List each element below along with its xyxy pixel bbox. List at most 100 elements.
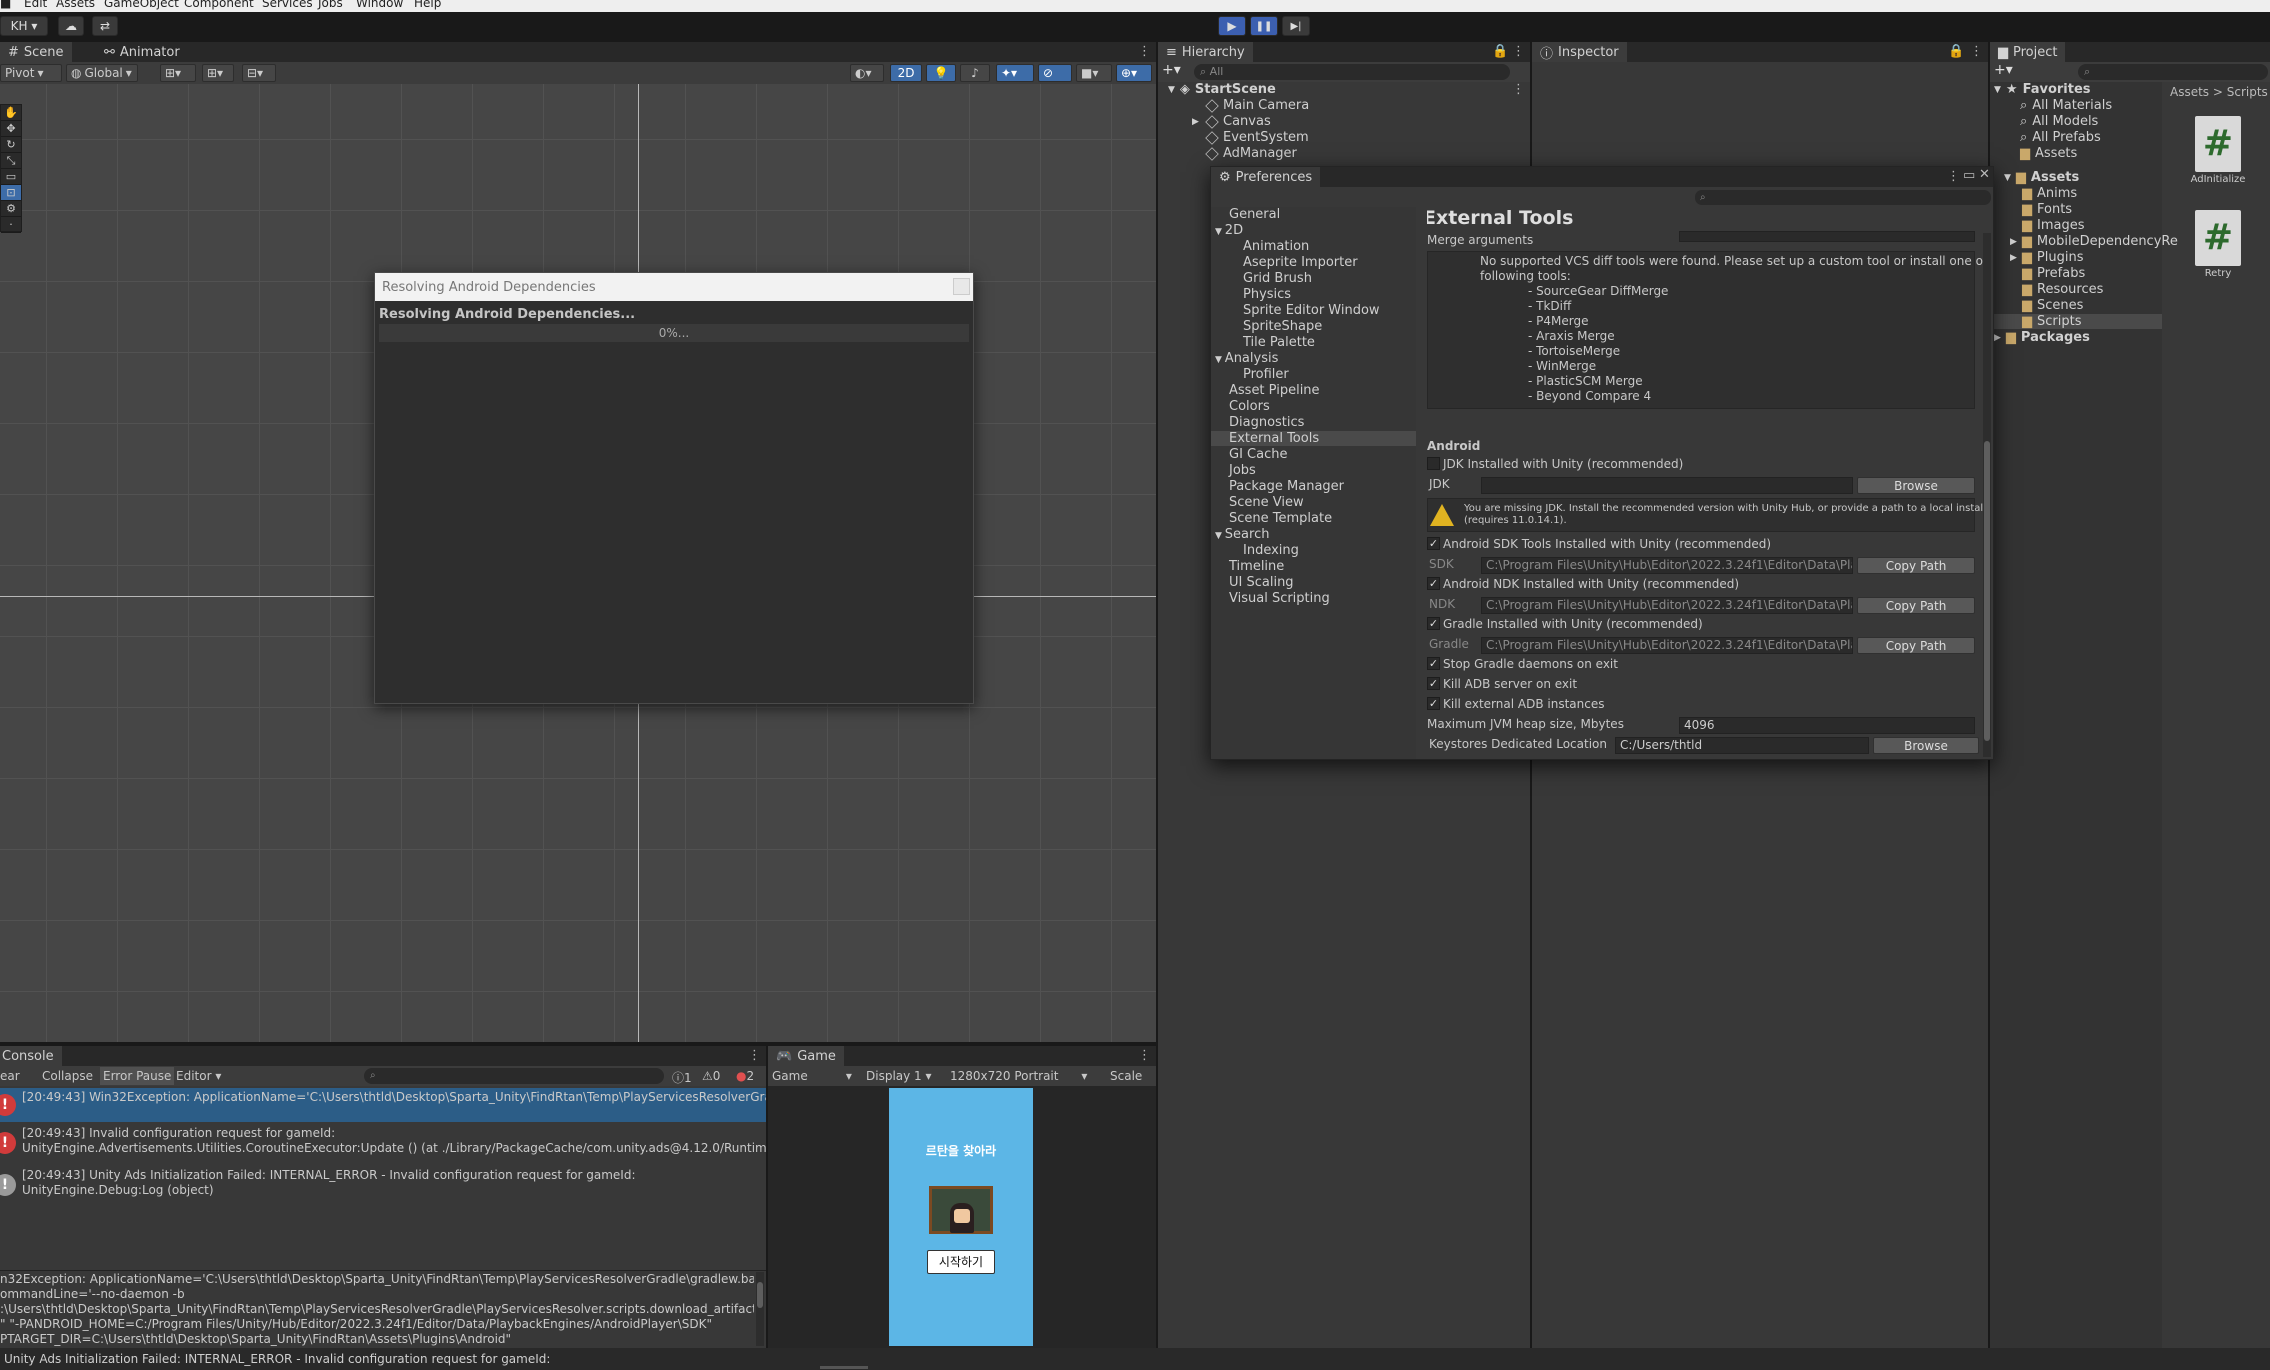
preferences-menu-icon[interactable]: ⋮ — [1947, 169, 1960, 184]
visibility-icon[interactable]: ⊘ — [1038, 64, 1072, 82]
tab-preferences[interactable]: ⚙ Preferences — [1211, 167, 1321, 187]
tab-project[interactable]: ▆ Project — [1990, 42, 2066, 62]
console-row[interactable]: ! [20:49:43] Invalid configuration reque… — [0, 1124, 766, 1162]
favorite-item[interactable]: ⌕ All Models — [2020, 114, 2098, 129]
menu-edit[interactable]: Edit — [24, 0, 47, 10]
menu-window[interactable]: Window — [356, 0, 403, 10]
hierarchy-search-input[interactable]: ⌕ All — [1194, 64, 1510, 80]
preferences-nav-item[interactable]: Tile Palette — [1211, 335, 1416, 350]
preferences-nav-item[interactable]: Package Manager — [1211, 479, 1416, 494]
account-dropdown[interactable]: KH ▾ — [0, 16, 48, 36]
preferences-nav-item[interactable]: UI Scaling — [1211, 575, 1416, 590]
error-pause-toggle[interactable]: Error Pause — [100, 1067, 175, 1085]
transform-tool-icon[interactable]: ⊡ — [1, 185, 21, 201]
asset-folder[interactable]: ▶ ▆ MobileDependencyRe — [2010, 234, 2178, 249]
rotate-tool-icon[interactable]: ↻ — [1, 137, 21, 153]
ndk-path-field[interactable]: C:\Program Files\Unity\Hub\Editor\2022.3… — [1481, 597, 1853, 614]
pivot-dropdown[interactable]: Pivot ▾ — [0, 64, 62, 82]
script-asset[interactable]: # Retry — [2190, 210, 2246, 286]
lock-icon[interactable]: 🔒 — [1948, 44, 1964, 59]
keystores-field[interactable]: C:/Users/thtld — [1615, 737, 1869, 754]
collapse-toggle[interactable]: Collapse — [42, 1069, 93, 1083]
start-button[interactable]: 시작하기 — [927, 1250, 995, 1274]
scale-tool-icon[interactable]: ⤡ — [1, 153, 21, 169]
hierarchy-item-canvas[interactable]: ▶ Canvas — [1192, 114, 1271, 129]
close-icon[interactable]: ✕ — [1979, 167, 1990, 182]
preferences-nav-item[interactable]: Aseprite Importer — [1211, 255, 1416, 270]
tab-scene[interactable]: # Scene — [0, 42, 72, 62]
move-tool-icon[interactable]: ✥ — [1, 121, 21, 137]
favorite-item[interactable]: ⌕ All Materials — [2020, 98, 2112, 113]
preferences-nav-item[interactable]: Asset Pipeline — [1211, 383, 1416, 398]
asset-folder[interactable]: ▆ Scenes — [2022, 298, 2083, 313]
ndk-checkbox[interactable]: ✓ — [1427, 577, 1440, 590]
favorites-node[interactable]: ▼ ★ Favorites — [1994, 82, 2091, 97]
error-count-toggle[interactable]: ●2 — [736, 1069, 754, 1083]
favorite-item[interactable]: ⌕ All Prefabs — [2020, 130, 2101, 145]
preferences-scroll-thumb[interactable] — [1984, 441, 1990, 741]
tab-animator[interactable]: ⚯ Animator — [96, 42, 188, 62]
tab-inspector[interactable]: ⓘ Inspector — [1532, 42, 1627, 62]
camera-icon[interactable]: ■▾ — [1076, 64, 1112, 82]
maximize-icon[interactable]: ▭ — [1963, 168, 1975, 183]
cloud-icon[interactable]: ☁ — [58, 16, 84, 36]
preferences-nav-item[interactable]: ▼ Analysis — [1211, 351, 1416, 366]
console-scroll-thumb[interactable] — [757, 1282, 763, 1308]
warning-count-toggle[interactable]: ⚠0 — [702, 1069, 720, 1083]
sdk-path-field[interactable]: C:\Program Files\Unity\Hub\Editor\2022.3… — [1481, 557, 1853, 574]
preferences-nav-item[interactable]: Scene View — [1211, 495, 1416, 510]
preferences-nav-item[interactable]: Physics — [1211, 287, 1416, 302]
kill-external-adb-checkbox[interactable]: ✓ — [1427, 697, 1440, 710]
preferences-scrollbar[interactable] — [1983, 233, 1991, 757]
preferences-nav-item[interactable]: SpriteShape — [1211, 319, 1416, 334]
assets-node[interactable]: ▼ ▆ Assets — [2004, 170, 2079, 185]
info-count-toggle[interactable]: ⓘ1 — [672, 1069, 692, 1086]
stop-gradle-checkbox[interactable]: ✓ — [1427, 657, 1440, 670]
custom-tool-icon[interactable]: ⚙ — [1, 201, 21, 217]
preferences-nav-item[interactable]: ▼ 2D — [1211, 223, 1416, 238]
scene-menu-icon[interactable]: ⋮ — [1138, 44, 1151, 59]
increment-snap-icon[interactable]: ⊟▾ — [242, 64, 276, 82]
preferences-nav-item[interactable]: Visual Scripting — [1211, 591, 1416, 606]
asset-folder-selected[interactable]: ▆ Scripts — [1990, 314, 2162, 329]
console-search-input[interactable]: ⌕ — [364, 1068, 664, 1084]
scene-root[interactable]: ▼ ◈ StartScene — [1168, 82, 1276, 97]
preferences-nav-item[interactable]: Timeline — [1211, 559, 1416, 574]
pause-button[interactable]: ❚❚ — [1250, 16, 1278, 36]
inspector-menu-icon[interactable]: ⋮ — [1970, 44, 1983, 59]
gizmos-icon[interactable]: ⊕▾ — [1116, 64, 1152, 82]
asset-folder[interactable]: ▆ Anims — [2022, 186, 2077, 201]
keystores-browse-button[interactable]: Browse — [1873, 737, 1979, 754]
jdk-checkbox[interactable] — [1427, 457, 1440, 470]
gradle-path-field[interactable]: C:\Program Files\Unity\Hub\Editor\2022.3… — [1481, 637, 1853, 654]
menu-gameobject[interactable]: GameObject — [104, 0, 179, 10]
gradle-copy-path-button[interactable]: Copy Path — [1857, 637, 1975, 654]
menu-help[interactable]: Help — [414, 0, 441, 10]
ndk-copy-path-button[interactable]: Copy Path — [1857, 597, 1975, 614]
diff-tool-field[interactable] — [1679, 231, 1975, 242]
preferences-nav-item[interactable]: Diagnostics — [1211, 415, 1416, 430]
audio-icon[interactable]: ♪ — [960, 64, 990, 82]
hand-tool-icon[interactable]: ✋ — [1, 105, 21, 121]
console-row[interactable]: ! [20:49:43] Unity Ads Initialization Fa… — [0, 1166, 766, 1204]
preferences-nav-item[interactable]: Colors — [1211, 399, 1416, 414]
gradle-checkbox[interactable]: ✓ — [1427, 617, 1440, 630]
preferences-nav-item[interactable]: General — [1211, 207, 1416, 222]
preferences-search-input[interactable]: ⌕ — [1695, 190, 1991, 205]
play-button[interactable]: ▶ — [1218, 16, 1246, 36]
2d-toggle[interactable]: 2D — [890, 64, 922, 82]
asset-folder[interactable]: ▆ Prefabs — [2022, 266, 2085, 281]
grid-icon[interactable]: ⊞▾ — [202, 64, 234, 82]
global-dropdown[interactable]: ◍ Global ▾ — [66, 64, 138, 82]
preferences-nav-item[interactable]: Indexing — [1211, 543, 1416, 558]
scene-menu-icon[interactable]: ⋮ — [1512, 82, 1525, 97]
menu-file[interactable]: ■ — [0, 0, 11, 10]
preferences-nav-item[interactable]: Jobs — [1211, 463, 1416, 478]
jvm-heap-field[interactable]: 4096 — [1679, 717, 1975, 734]
sdk-copy-path-button[interactable]: Copy Path — [1857, 557, 1975, 574]
hierarchy-item-main-camera[interactable]: Main Camera — [1205, 98, 1309, 113]
jdk-path-field[interactable] — [1481, 477, 1853, 494]
preferences-nav-item[interactable]: External Tools — [1211, 431, 1416, 446]
menu-component[interactable]: Component — [184, 0, 254, 10]
preferences-nav-item[interactable]: Grid Brush — [1211, 271, 1416, 286]
